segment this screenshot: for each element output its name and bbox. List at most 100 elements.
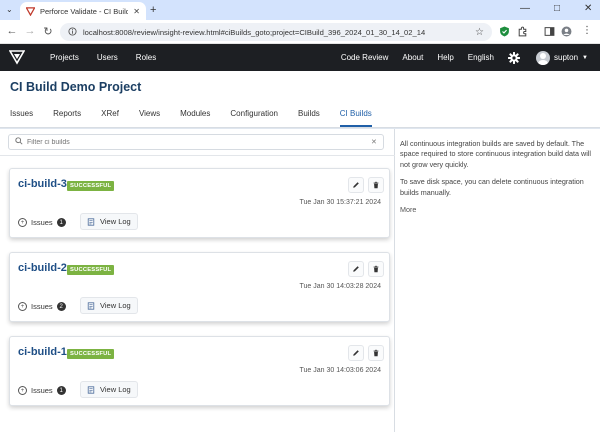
maximize-icon[interactable]: □ xyxy=(554,3,560,14)
status-badge: SUCCESSFUL xyxy=(67,181,115,191)
build-name-link[interactable]: ci-build-3 xyxy=(18,178,67,190)
info-pane: All continuous integration builds are sa… xyxy=(400,139,596,214)
tab-xref[interactable]: XRef xyxy=(101,109,119,127)
issues-count-badge: 1 xyxy=(56,386,66,395)
reload-icon[interactable]: ↻ xyxy=(42,25,54,38)
avatar xyxy=(536,50,551,65)
issues-label: Issues xyxy=(31,386,53,395)
issues-label: Issues xyxy=(31,302,53,311)
build-timestamp: Tue Jan 30 14:03:28 2024 xyxy=(299,283,381,290)
bookmark-star-icon[interactable]: ☆ xyxy=(475,27,484,38)
gear-icon[interactable] xyxy=(508,51,521,64)
nav-left: Projects Users Roles xyxy=(50,44,156,71)
issues-icon: + xyxy=(18,302,27,311)
status-badge: SUCCESSFUL xyxy=(67,349,115,359)
view-log-label: View Log xyxy=(100,301,131,310)
project-tabs: Issues Reports XRef Views Modules Config… xyxy=(10,109,392,127)
shield-extension-icon[interactable] xyxy=(499,26,510,37)
tab-close-icon[interactable]: ✕ xyxy=(133,7,140,16)
issues-icon: + xyxy=(18,386,27,395)
url-text[interactable]: localhost:8008/review/insight-review.htm… xyxy=(83,28,469,37)
view-log-label: View Log xyxy=(100,217,131,226)
back-icon[interactable]: ← xyxy=(6,25,18,37)
tab-search-chevron-icon[interactable]: ⌄ xyxy=(6,5,16,15)
log-icon xyxy=(87,385,95,394)
build-name-link[interactable]: ci-build-1 xyxy=(18,346,67,358)
view-log-button[interactable]: View Log xyxy=(80,297,138,314)
view-log-button[interactable]: View Log xyxy=(80,381,138,398)
pencil-icon xyxy=(353,182,359,188)
minimize-icon[interactable]: — xyxy=(520,3,530,14)
browser-tab[interactable]: Perforce Validate - CI Builds M... ✕ xyxy=(20,2,146,20)
more-link[interactable]: More xyxy=(400,205,416,214)
issues-link[interactable]: + Issues 1 xyxy=(18,218,66,227)
tab-reports[interactable]: Reports xyxy=(53,109,81,127)
build-card: ci-build-3 SUCCESSFUL Tue Jan 30 15:37:2… xyxy=(9,168,390,238)
browser-menu-icon[interactable]: ⋮ xyxy=(582,25,593,36)
edit-button[interactable] xyxy=(348,261,364,277)
chevron-down-icon: ▼ xyxy=(582,54,588,61)
delete-button[interactable] xyxy=(368,177,384,193)
trash-icon xyxy=(373,349,379,357)
profile-icon[interactable] xyxy=(561,26,572,37)
extensions-puzzle-icon[interactable] xyxy=(517,26,528,37)
validate-logo-icon[interactable] xyxy=(8,49,26,65)
divider xyxy=(0,155,395,156)
clear-filter-icon[interactable]: ✕ xyxy=(371,138,377,146)
site-info-icon[interactable] xyxy=(68,26,77,38)
search-icon xyxy=(15,137,23,147)
issues-label: Issues xyxy=(31,218,53,227)
trash-icon xyxy=(373,181,379,189)
nav-right: Code Review About Help English supton ▼ xyxy=(341,44,600,71)
edit-button[interactable] xyxy=(348,345,364,361)
trash-icon xyxy=(373,265,379,273)
build-timestamp: Tue Jan 30 15:37:21 2024 xyxy=(299,199,381,206)
tab-views[interactable]: Views xyxy=(139,109,160,127)
issues-link[interactable]: + Issues 2 xyxy=(18,302,66,311)
issues-link[interactable]: + Issues 1 xyxy=(18,386,66,395)
tab-issues[interactable]: Issues xyxy=(10,109,33,127)
new-tab-icon[interactable]: + xyxy=(150,4,156,16)
filter-input[interactable] xyxy=(27,138,367,146)
tab-ci-builds[interactable]: CI Builds xyxy=(339,109,372,127)
tab-configuration[interactable]: Configuration xyxy=(230,109,278,127)
nav-code-review[interactable]: Code Review xyxy=(341,53,389,62)
content-area: ✕ ci-build-3 SUCCESSFUL Tue Jan 30 15:37… xyxy=(0,129,600,432)
tab-modules[interactable]: Modules xyxy=(180,109,210,127)
side-panel-icon[interactable] xyxy=(544,26,555,37)
tab-builds[interactable]: Builds xyxy=(298,109,320,127)
address-bar[interactable]: localhost:8008/review/insight-review.htm… xyxy=(60,23,492,41)
nav-users[interactable]: Users xyxy=(97,53,118,62)
browser-tabstrip: ⌄ Perforce Validate - CI Builds M... ✕ +… xyxy=(0,0,600,20)
username: supton xyxy=(554,53,579,62)
perforce-favicon-icon xyxy=(26,6,35,16)
nav-projects[interactable]: Projects xyxy=(50,53,79,62)
pencil-icon xyxy=(353,350,359,356)
forward-icon[interactable]: → xyxy=(24,25,36,37)
log-icon xyxy=(87,217,95,226)
delete-button[interactable] xyxy=(368,345,384,361)
issues-icon: + xyxy=(18,218,27,227)
build-name-link[interactable]: ci-build-2 xyxy=(18,262,67,274)
ci-builds-list-pane: ✕ ci-build-3 SUCCESSFUL Tue Jan 30 15:37… xyxy=(0,129,395,432)
page-header: CI Build Demo Project Issues Reports XRe… xyxy=(0,71,600,128)
page-title: CI Build Demo Project xyxy=(10,80,142,94)
pencil-icon xyxy=(353,266,359,272)
user-menu[interactable]: supton ▼ xyxy=(536,50,588,65)
nav-roles[interactable]: Roles xyxy=(136,53,156,62)
nav-help[interactable]: Help xyxy=(437,53,453,62)
delete-button[interactable] xyxy=(368,261,384,277)
filter-box[interactable]: ✕ xyxy=(8,134,384,150)
window-close-icon[interactable]: ✕ xyxy=(584,3,592,14)
build-card: ci-build-1 SUCCESSFUL Tue Jan 30 14:03:0… xyxy=(9,336,390,406)
nav-about[interactable]: About xyxy=(402,53,423,62)
info-paragraph-disk: To save disk space, you can delete conti… xyxy=(400,177,584,197)
nav-language[interactable]: English xyxy=(468,53,494,62)
browser-tab-title: Perforce Validate - CI Builds M... xyxy=(40,6,129,16)
log-icon xyxy=(87,301,95,310)
view-log-button[interactable]: View Log xyxy=(80,213,138,230)
issues-count-badge: 2 xyxy=(56,302,66,311)
build-timestamp: Tue Jan 30 14:03:06 2024 xyxy=(299,367,381,374)
build-card: ci-build-2 SUCCESSFUL Tue Jan 30 14:03:2… xyxy=(9,252,390,322)
edit-button[interactable] xyxy=(348,177,364,193)
